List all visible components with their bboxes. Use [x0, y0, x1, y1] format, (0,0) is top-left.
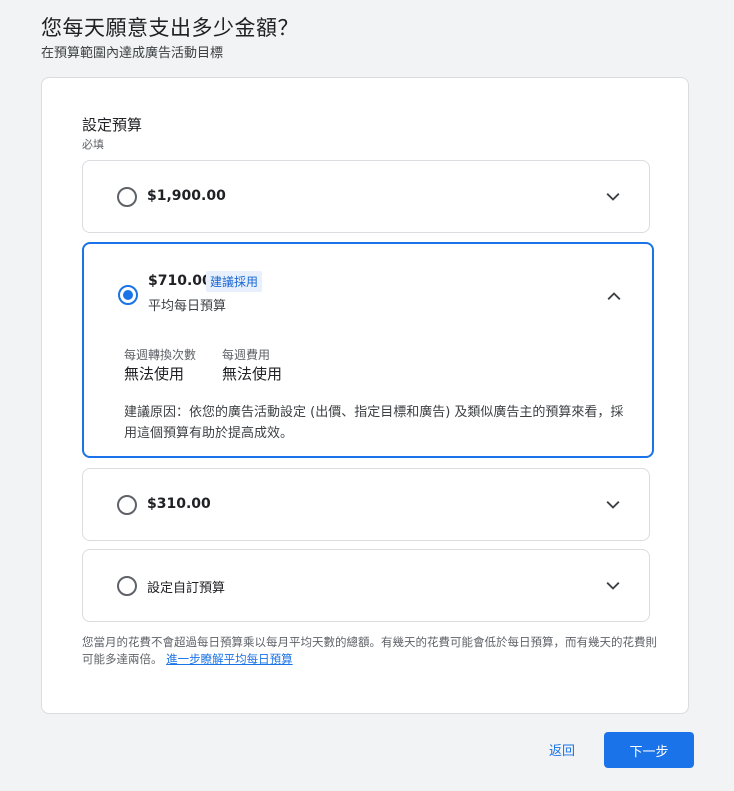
option-label: 設定自訂預算 — [147, 581, 226, 596]
radio-button[interactable] — [117, 576, 137, 596]
budget-footnote: 您當月的花費不會超過每日預算乘以每月平均天數的總額。有幾天的花費可能會低於每日預… — [82, 634, 657, 668]
chevron-down-icon[interactable] — [603, 187, 623, 207]
stat-value-cost: 無法使用 — [222, 365, 283, 383]
section-title: 設定預算 — [82, 116, 143, 134]
budget-option-custom[interactable]: 設定自訂預算 — [82, 549, 650, 622]
next-button[interactable]: 下一步 — [604, 732, 694, 768]
option-sublabel: 平均每日預算 — [148, 299, 227, 314]
stat-value-conversions: 無法使用 — [124, 365, 185, 383]
chevron-down-icon[interactable] — [603, 576, 623, 596]
radio-button-checked[interactable] — [118, 285, 138, 305]
option-label: $710.00 — [148, 273, 212, 289]
budget-option-710[interactable]: $710.00 建議採用 平均每日預算 每週轉換次數 無法使用 每週費用 無法使… — [82, 242, 654, 458]
required-label: 必填 — [82, 138, 104, 151]
budget-card: 設定預算 必填 $1,900.00 $710.00 建議採用 平均每日預算 每週… — [41, 77, 689, 714]
learn-more-link[interactable]: 進一步瞭解平均每日預算 — [166, 652, 293, 666]
recommended-badge: 建議採用 — [206, 271, 263, 292]
option-label: $310.00 — [147, 496, 211, 512]
recommendation-reason: 建議原因：依您的廣告活動設定 (出價、指定目標和廣告) 及類似廣告主的預算來看，… — [124, 405, 624, 441]
page-title: 您每天願意支出多少金額？ — [41, 16, 299, 40]
radio-button[interactable] — [117, 495, 137, 515]
chevron-down-icon[interactable] — [603, 495, 623, 515]
budget-option-1900[interactable]: $1,900.00 — [82, 160, 650, 233]
option-label: $1,900.00 — [147, 188, 226, 204]
budget-option-310[interactable]: $310.00 — [82, 468, 650, 541]
back-button[interactable]: 返回 — [549, 740, 575, 759]
page-subtitle: 在預算範圍內達成廣告活動目標 — [41, 46, 224, 61]
stat-label-conversions: 每週轉換次數 — [124, 348, 197, 362]
stat-label-cost: 每週費用 — [222, 348, 271, 362]
radio-button[interactable] — [117, 187, 137, 207]
chevron-up-icon[interactable] — [604, 286, 624, 306]
